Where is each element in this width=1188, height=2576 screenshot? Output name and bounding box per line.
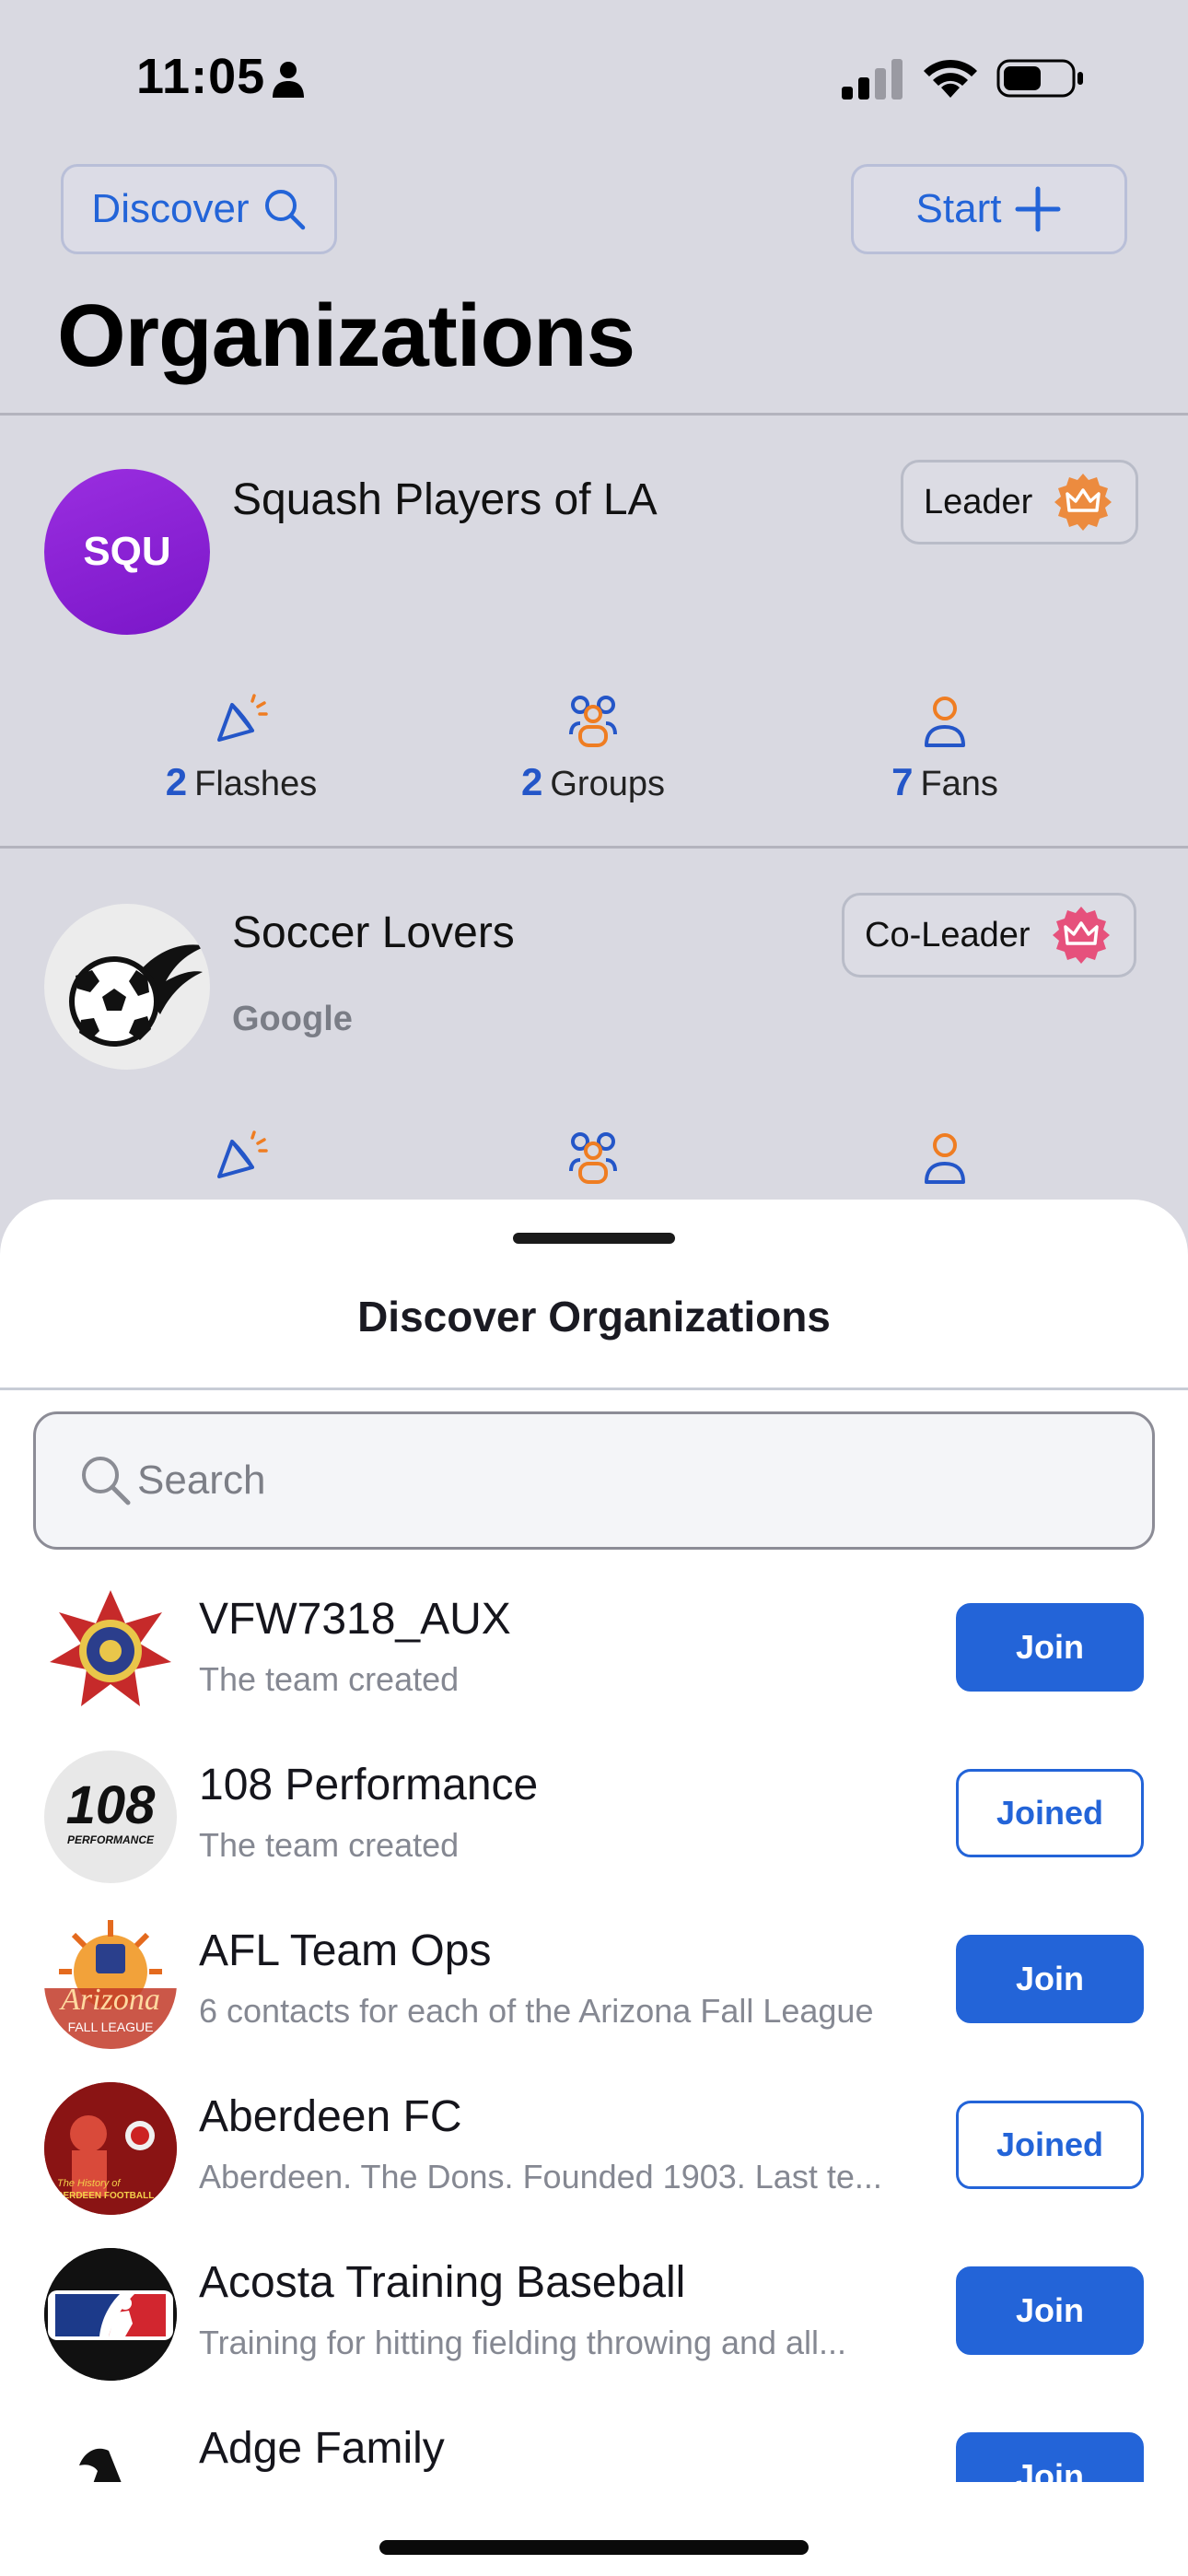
org-subtitle: Google	[232, 1000, 353, 1038]
list-item[interactable]: Adge Family Join	[0, 2397, 1188, 2482]
role-label: Leader	[924, 482, 1033, 521]
fans-person-icon	[925, 697, 965, 747]
item-desc: Aberdeen. The Dons. Founded 1903. Last t…	[199, 2158, 882, 2195]
list-item[interactable]: VFW7318_AUX The team created Join	[0, 1568, 1188, 1734]
item-desc: The team created	[199, 1826, 460, 1864]
item-desc: Training for hitting fielding throwing a…	[199, 2324, 847, 2361]
plus-icon	[1015, 186, 1061, 232]
org-name: Squash Players of LA	[232, 475, 658, 524]
list-item[interactable]: Acosta Training Baseball Training for hi…	[0, 2231, 1188, 2397]
discover-bottom-sheet: Discover Organizations V	[0, 1200, 1188, 2576]
fans-person-icon	[925, 1133, 965, 1184]
flash-megaphone-icon	[217, 694, 268, 742]
flashes-label: Flashes	[194, 765, 318, 803]
item-name: Acosta Training Baseball	[199, 2258, 686, 2307]
org-avatar: SQU	[44, 469, 210, 635]
item-name: 108 Performance	[199, 1761, 539, 1809]
flashes-count: 2	[165, 760, 188, 803]
soccer-ball-logo	[69, 944, 206, 1047]
join-button[interactable]: Join	[956, 2266, 1144, 2355]
groups-icon	[569, 696, 617, 747]
sheet-grabber[interactable]	[513, 1233, 675, 1244]
vfw-logo	[44, 1585, 177, 1717]
fans-label: Fans	[920, 765, 998, 803]
sheet-divider	[0, 1388, 1188, 1390]
app-screen: 11:05 Discover Start Organizations SQU S…	[0, 0, 1188, 2576]
home-indicator[interactable]	[379, 2540, 809, 2555]
role-label: Co-Leader	[865, 915, 1031, 954]
org-avatar	[44, 904, 210, 1070]
start-button-label: Start	[915, 186, 1002, 231]
list-item[interactable]: Arizona FALL LEAGUE AFL Team Ops 6 conta…	[0, 1900, 1188, 2066]
status-bar: 11:05	[0, 0, 1188, 157]
join-button[interactable]: Join	[956, 1603, 1144, 1692]
role-badge: Co-Leader	[842, 893, 1136, 978]
crown-icon	[1052, 907, 1110, 964]
org-name: Soccer Lovers	[232, 908, 515, 957]
groups-label: Groups	[550, 765, 665, 803]
join-button[interactable]: Join	[956, 2432, 1144, 2482]
join-button[interactable]: Join	[956, 1935, 1144, 2023]
sheet-title: Discover Organizations	[357, 1293, 831, 1341]
joined-button[interactable]: Joined	[956, 1769, 1144, 1857]
search-icon	[82, 1457, 131, 1505]
groups-icon	[569, 1132, 617, 1184]
battery-icon	[996, 59, 1083, 98]
item-desc: The team created	[199, 1660, 460, 1698]
person-icon	[273, 62, 304, 98]
crown-icon	[1054, 474, 1112, 531]
item-desc: 6 contacts for each of the Arizona Fall …	[199, 1992, 874, 2030]
org-list[interactable]: VFW7318_AUX The team created Join 108 PE…	[0, 1568, 1188, 2482]
role-badge: Leader	[901, 460, 1139, 544]
item-name: VFW7318_AUX	[199, 1595, 511, 1644]
stat-fans[interactable]: 7 Fans	[807, 692, 1083, 804]
cellular-signal-icon	[842, 59, 903, 100]
discover-button[interactable]: Discover	[61, 164, 337, 254]
list-item[interactable]: The History of ABERDEEN FOOTBALL Aberdee…	[0, 2066, 1188, 2231]
list-item[interactable]: 108 PERFORMANCE 108 Performance The team…	[0, 1734, 1188, 1900]
aberdeen-fc-logo: The History of ABERDEEN FOOTBALL	[44, 2082, 177, 2215]
wifi-icon	[924, 59, 977, 98]
search-field[interactable]	[33, 1411, 1155, 1550]
start-button[interactable]: Start	[851, 164, 1127, 254]
item-name: Adge Family	[199, 2424, 445, 2473]
joined-button[interactable]: Joined	[956, 2101, 1144, 2189]
fans-count: 7	[891, 760, 914, 803]
search-icon	[264, 190, 305, 230]
stat-groups[interactable]: 2 Groups	[455, 692, 731, 804]
item-name: Aberdeen FC	[199, 2092, 462, 2141]
search-input[interactable]	[137, 1458, 966, 1504]
mlb-logo	[44, 2248, 177, 2381]
status-time: 11:05	[136, 49, 266, 104]
stat-flashes[interactable]: 2 Flashes	[103, 692, 379, 804]
groups-count: 2	[521, 760, 543, 803]
flash-megaphone-icon	[217, 1130, 268, 1178]
arizona-fall-league-logo: Arizona FALL LEAGUE	[44, 1916, 177, 2049]
page-title: Organizations	[57, 287, 635, 385]
adge-family-logo	[44, 2414, 177, 2482]
org-card-soccer[interactable]: Soccer Lovers Google Co-Leader	[0, 849, 1188, 1217]
org-card-squash[interactable]: SQU Squash Players of LA Leader 2 Flashes	[0, 416, 1188, 847]
108-performance-logo: 108 PERFORMANCE	[44, 1751, 177, 1883]
item-name: AFL Team Ops	[199, 1926, 492, 1975]
discover-button-label: Discover	[91, 186, 250, 231]
